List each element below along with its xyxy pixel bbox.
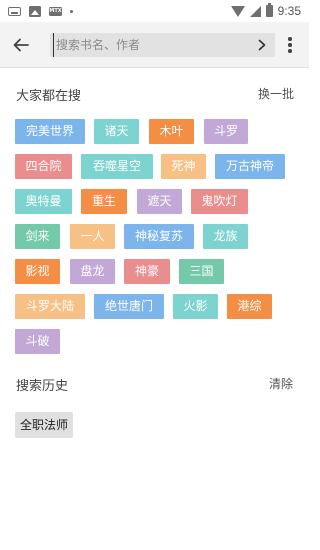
- keyboard-icon: [8, 6, 21, 16]
- hot-tag[interactable]: 港综: [227, 294, 272, 319]
- hot-tag[interactable]: 斗破: [15, 329, 60, 354]
- hot-tag[interactable]: 一人: [70, 224, 115, 249]
- hot-tag[interactable]: 鬼吹灯: [191, 189, 248, 214]
- dot-icon: [70, 9, 73, 13]
- hot-tag[interactable]: 遮天: [137, 189, 182, 214]
- battery-icon: [265, 3, 273, 17]
- search-history-title: 搜索历史: [16, 379, 69, 394]
- mtx-icon: MTX: [49, 6, 62, 16]
- hot-tag[interactable]: 木叶: [149, 119, 194, 144]
- hot-tag[interactable]: 神豪: [124, 259, 170, 284]
- search-box: [50, 33, 275, 57]
- back-button[interactable]: [10, 34, 32, 56]
- hot-tag[interactable]: 四合院: [15, 154, 72, 179]
- hot-tag[interactable]: 绝世唐门: [94, 294, 164, 319]
- signal-icon: [249, 5, 261, 17]
- chevron-right-icon: [258, 39, 266, 51]
- hot-tag[interactable]: 剑来: [15, 224, 60, 249]
- hot-tag[interactable]: 龙族: [203, 224, 248, 249]
- status-time: 9:35: [277, 4, 301, 18]
- hot-tag[interactable]: 斗罗大陆: [15, 294, 85, 319]
- hot-tag[interactable]: 诸天: [94, 119, 139, 144]
- arrow-left-icon: [13, 38, 29, 52]
- image-icon: [29, 5, 41, 17]
- status-bar: MTX 9:35: [0, 0, 309, 22]
- search-toolbar: [0, 22, 309, 68]
- hot-tag[interactable]: 完美世界: [15, 119, 85, 144]
- more-vert-icon: [288, 37, 292, 41]
- hot-tag[interactable]: 奥特曼: [15, 189, 72, 214]
- refresh-button[interactable]: 换一批: [258, 85, 294, 102]
- hot-search-title: 大家都在搜: [16, 89, 82, 104]
- clear-history-button[interactable]: 清除: [269, 375, 293, 392]
- hot-tag[interactable]: 盘龙: [70, 259, 115, 284]
- hot-tag[interactable]: 火影: [173, 294, 218, 319]
- hot-tag[interactable]: 重生: [81, 189, 127, 214]
- hot-tag[interactable]: 神秘复苏: [124, 224, 194, 249]
- status-left-icons: MTX: [8, 5, 73, 17]
- hot-tag[interactable]: 万古神帝: [215, 154, 285, 179]
- hot-tag[interactable]: 影视: [15, 259, 60, 284]
- hot-tag[interactable]: 斗罗: [204, 119, 248, 144]
- search-submit-button[interactable]: [253, 36, 271, 54]
- status-right-icons: 9:35: [230, 3, 301, 18]
- wifi-icon: [230, 5, 245, 17]
- search-input[interactable]: [53, 33, 248, 57]
- hot-tag[interactable]: 死神: [161, 154, 206, 179]
- more-options-button[interactable]: [280, 34, 300, 56]
- hot-tag[interactable]: 吞噬星空: [81, 154, 153, 179]
- hot-tag[interactable]: 三国: [179, 259, 224, 284]
- history-item[interactable]: 全职法师: [15, 412, 74, 438]
